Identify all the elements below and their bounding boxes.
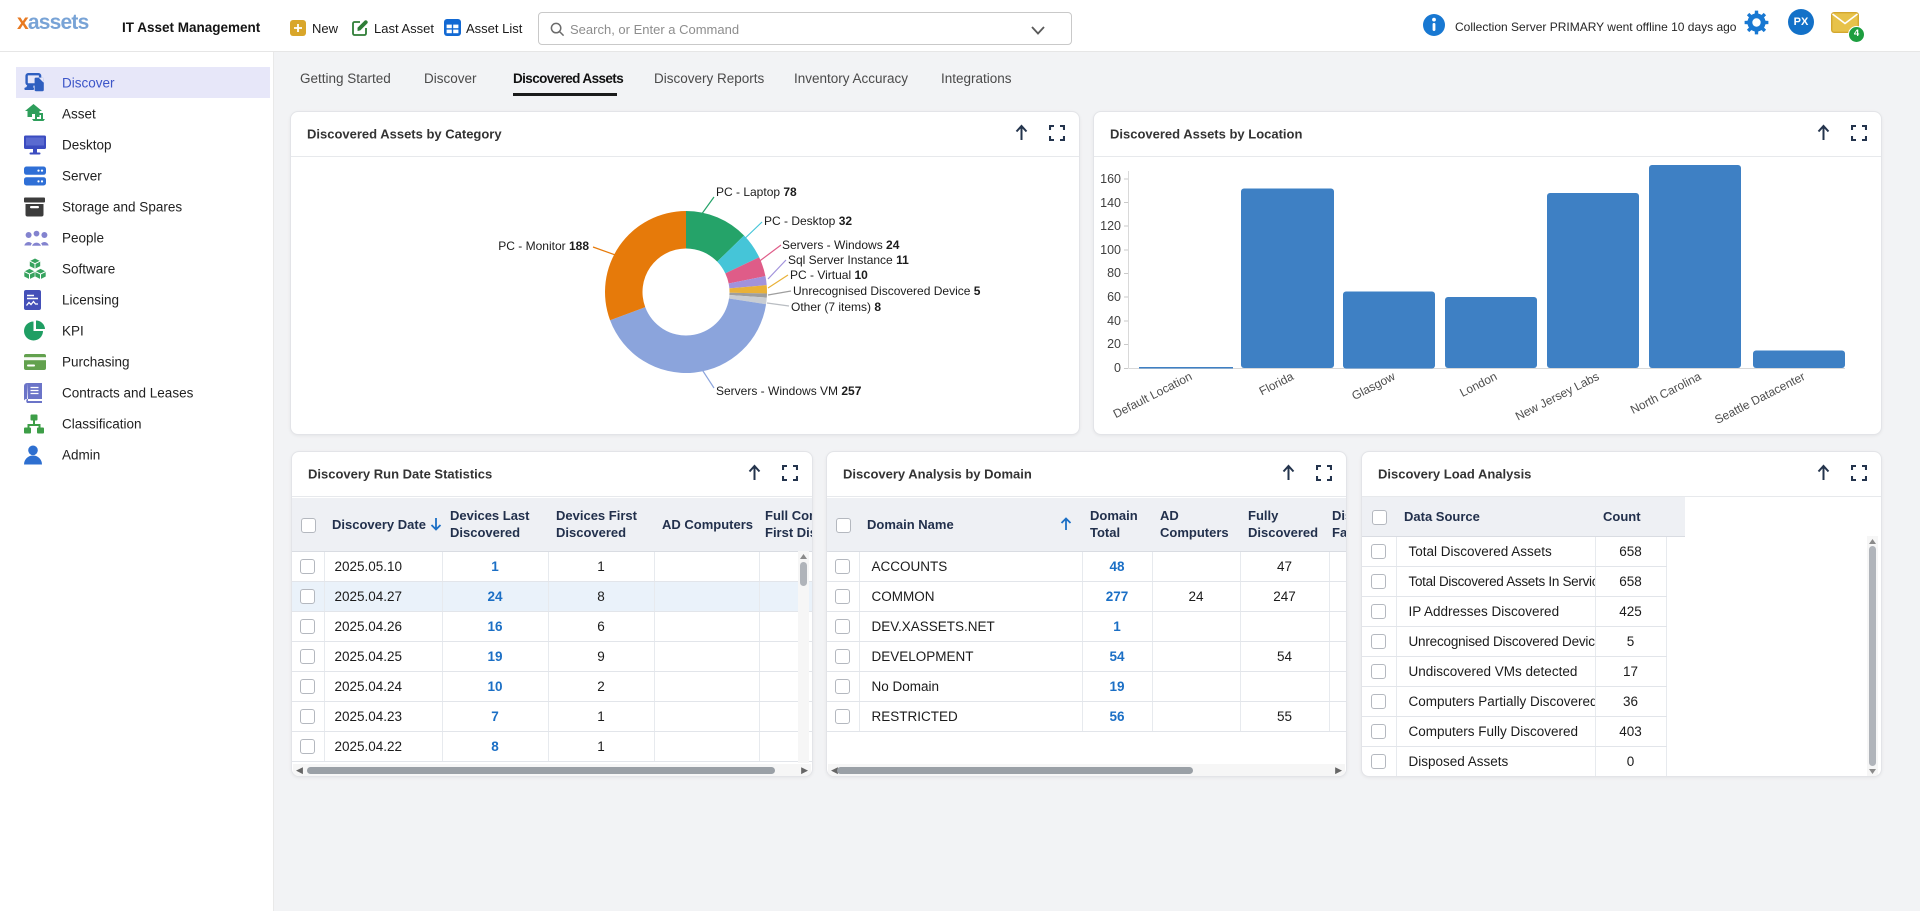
svg-text:PC - Laptop 78: PC - Laptop 78 (716, 185, 797, 199)
svg-text:140: 140 (1100, 196, 1121, 210)
svg-text:Unrecognised Discovered Device: Unrecognised Discovered Device 5 (793, 284, 981, 298)
svg-text:New Jersey Labs: New Jersey Labs (1513, 369, 1601, 423)
svg-text:Seattle Datacenter: Seattle Datacenter (1712, 369, 1807, 427)
svg-text:Servers - Windows VM 257: Servers - Windows VM 257 (716, 384, 862, 398)
svg-text:40: 40 (1107, 314, 1121, 328)
svg-text:Glasgow: Glasgow (1349, 369, 1397, 403)
svg-text:Florida: Florida (1257, 369, 1296, 398)
svg-text:PC - Desktop 32: PC - Desktop 32 (764, 214, 852, 228)
svg-text:80: 80 (1107, 266, 1121, 280)
svg-text:PC - Virtual 10: PC - Virtual 10 (790, 268, 868, 282)
svg-text:60: 60 (1107, 290, 1121, 304)
svg-text:20: 20 (1107, 337, 1121, 351)
svg-text:Servers - Windows 24: Servers - Windows 24 (782, 238, 900, 252)
svg-text:London: London (1457, 369, 1499, 400)
svg-text:100: 100 (1100, 243, 1121, 257)
svg-text:Other (7 items) 8: Other (7 items) 8 (791, 300, 881, 314)
svg-text:0: 0 (1114, 361, 1121, 375)
svg-text:160: 160 (1100, 172, 1121, 186)
svg-text:Sql Server Instance 11: Sql Server Instance 11 (788, 253, 909, 267)
svg-text:Default Location: Default Location (1111, 369, 1195, 421)
svg-text:120: 120 (1100, 219, 1121, 233)
svg-text:PC - Monitor 188: PC - Monitor 188 (498, 239, 589, 253)
svg-text:North Carolina: North Carolina (1628, 369, 1704, 417)
